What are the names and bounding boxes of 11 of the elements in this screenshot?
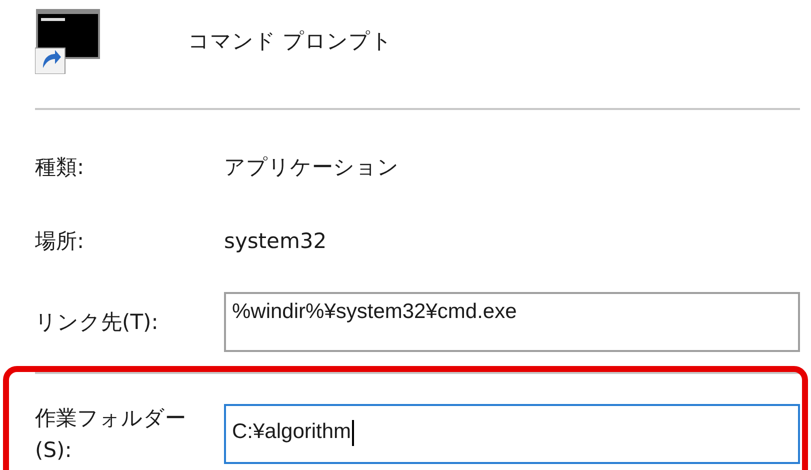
app-title: コマンド プロンプト — [188, 28, 393, 55]
target-label: リンク先(T): — [35, 309, 160, 336]
target-field[interactable]: %windir%¥system32¥cmd.exe — [224, 292, 800, 352]
field-value: system32 — [224, 229, 327, 253]
working-folder-field[interactable]: C:¥algorithm — [224, 404, 800, 464]
field-value: アプリケーション — [224, 154, 399, 181]
working-folder-label: 作業フォルダー — [35, 405, 187, 432]
field-label: 場所: — [35, 228, 86, 255]
working-folder-label: (S): — [35, 437, 73, 464]
field-label: 種類: — [35, 154, 86, 181]
shortcut-console-icon — [35, 8, 101, 74]
